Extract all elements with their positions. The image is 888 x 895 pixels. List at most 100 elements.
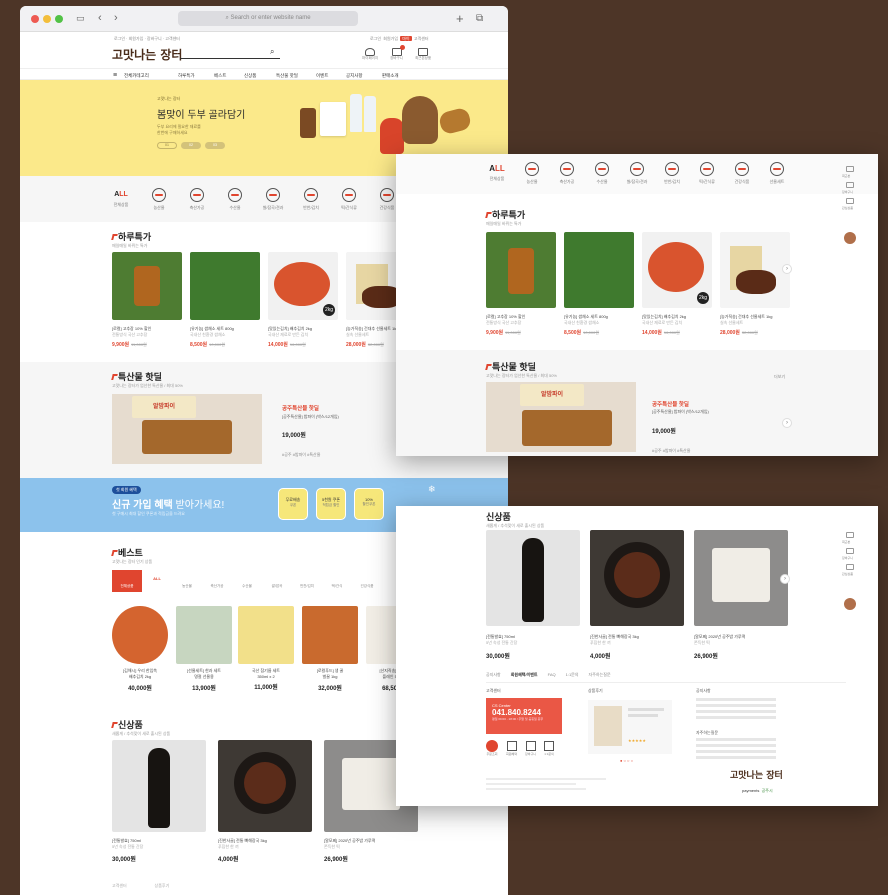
quick-order[interactable]: 주문조회 [486,740,498,756]
best-tab[interactable]: 전체상품 [112,570,142,592]
category-gift[interactable]: 선물세트 [762,162,792,185]
new-product-card[interactable]: [전통발효] 750ml 5년 숙성 전통 간장 30,000원 [112,740,206,863]
best-tab[interactable]: 수산물 [232,570,262,592]
cs-link-right[interactable]: 고객센터 [414,36,429,41]
site-search-icon[interactable]: ⌕ [270,47,274,57]
forward-icon[interactable]: › [114,11,118,26]
product-card[interactable]: 2kg [맛있는김치] 배추김치 2kg 국내산 재료로 만든 김치 14,00… [642,232,712,336]
close-button[interactable] [31,15,39,23]
category-grain[interactable]: 쌀/잡곡/견과 [622,162,652,185]
site-logo[interactable]: 고맛나는 장터 [112,46,182,63]
cart-link[interactable]: 장바구니 [147,36,162,41]
category-seafood[interactable]: 수산물 [587,162,617,185]
scroll-top-button[interactable] [844,598,856,610]
hero-page-1[interactable]: 01 [157,142,177,149]
nav-event[interactable]: 이벤트 [316,73,328,79]
signup-link[interactable]: 회원가입 [129,36,144,41]
best-tab[interactable]: 건강식품 [352,570,382,592]
category-kimchi[interactable]: 반찬/김치 [296,188,326,211]
signup-link-right[interactable]: 회원가입 [383,36,398,41]
category-snack[interactable]: 떡/간식류 [334,188,364,211]
new-product-card[interactable]: [전통발효] 750ml 5년 숙성 전통 간장 30,000원 [486,530,580,660]
nav-all-categories[interactable]: 전체카테고리 [124,73,149,79]
recent-button[interactable]: 최근본상품 [415,48,431,61]
footer-tab[interactable]: 자주하는질문 [589,672,611,678]
product-card[interactable]: 2kg [맛있는김치] 배추김치 2kg 국내산 재료로 만든 김치 14,00… [268,252,338,348]
address-bar[interactable]: ⌕ Search or enter website name [178,11,358,26]
cart-button[interactable]: 장바구니 [390,45,405,61]
product-card[interactable]: [로컬] 고추장 10% 할인 전통방식 국산 고추장 9,900원 11,000… [112,252,182,348]
best-product-card[interactable]: [김해시] 우리 한입쏙 배추김치 2kg 40,000원 [112,606,168,692]
best-product-card[interactable]: [로컬푸드] 생 꿀 벌꿀 1kg 32,000원 [302,606,358,692]
hotdeal-image[interactable]: 알밤파이 [112,394,262,464]
site-search-input[interactable] [180,50,280,59]
best-product-card[interactable]: 국산 참기름 세트 350ml x 2 11,000원 [238,606,294,691]
recent-side-icon[interactable] [846,166,854,172]
best-tab[interactable]: 축산가공 [202,570,232,592]
coupon-2[interactable]: 5천원 쿠폰 적립금 할인 [316,488,346,520]
hero-page-2[interactable]: 02 [181,142,201,149]
category-all[interactable]: ALL 전체상품 [106,188,136,208]
menu-icon[interactable]: ≡ [113,72,117,79]
category-farm[interactable]: 농산물 [517,162,547,185]
quick-inquiry[interactable]: 1:1문의 [544,740,555,756]
cart-side-icon[interactable] [846,182,854,188]
coupon-3[interactable]: 10% 할인쿠폰 [354,488,384,520]
category-all[interactable]: ALL 전체상품 [482,162,512,182]
minimize-button[interactable] [43,15,51,23]
coupon-1[interactable]: 무료배송 쿠폰 [278,488,308,520]
review-card[interactable]: ★★★★★ [588,700,672,754]
category-farm[interactable]: 농산물 [144,188,174,211]
new-product-card[interactable]: [진한사골] 전통 뼈해장국 3kg 푸짐한 한 끼 4,000원 [590,530,684,660]
footer-tab[interactable]: 1:1문의 [566,672,579,678]
category-meat[interactable]: 축산가공 [552,162,582,185]
scroll-top-button[interactable] [844,232,856,244]
sidebar-icon[interactable]: ▭ [76,11,85,26]
next-arrow-icon[interactable]: › [782,264,792,274]
login-link[interactable]: 로그인 [114,36,125,41]
footer-tab[interactable]: FAQ [548,672,556,678]
review-pager[interactable]: ● ○ ○ ○ [620,758,633,763]
category-grain[interactable]: 쌀/잡곡/견과 [258,188,288,211]
best-product-card[interactable]: [선물세트] 한과 세트 명절 선물용 13,900원 [176,606,232,692]
product-card[interactable]: [농가직송] 건대추 선물세트 1kg 실속 선물세트 28,000원 32,00… [720,232,790,336]
footer-tab[interactable]: 공지사항 [486,672,501,678]
quick-cart[interactable]: 장바구니 [525,740,536,756]
cart-side-icon[interactable] [846,548,854,554]
back-icon[interactable]: ‹ [98,11,102,26]
mypage-button[interactable]: 마이페이지 [362,48,378,61]
new-tab-icon[interactable]: + [456,11,464,26]
product-card[interactable]: [유기농] 쌈채소 세트 800g 국내산 친환경 쌈채소 8,500원 10,0… [564,232,634,336]
best-tab[interactable]: 반찬/김치 [292,570,322,592]
nav-today-deal[interactable]: 하루특가 [178,73,195,79]
category-meat[interactable]: 축산가공 [182,188,212,211]
heart-side-icon[interactable] [846,564,854,570]
category-health[interactable]: 건강식품 [727,162,757,185]
best-tab[interactable]: 쌀/잡곡 [262,570,292,592]
nav-hotdeal[interactable]: 특산물 핫딜 [276,73,298,79]
category-kimchi[interactable]: 반찬/김치 [657,162,687,185]
product-card[interactable]: [유기농] 쌈채소 세트 800g 국내산 친환경 쌈채소 8,500원 10,0… [190,252,260,348]
footer-tab[interactable]: 회원혜택/이벤트 [511,672,538,678]
hero-page-3[interactable]: 03 [205,142,225,149]
best-tab[interactable]: ALL [142,570,172,592]
recent-side-icon[interactable] [846,532,854,538]
product-card[interactable]: [로컬] 고추장 10% 할인 전통방식 국산 고추장 9,900원 11,000… [486,232,556,336]
nav-new[interactable]: 신상품 [244,73,256,79]
new-product-card[interactable]: [진한사골] 전통 뼈해장국 3kg 푸짐한 한 끼 4,000원 [218,740,312,863]
best-tab[interactable]: 떡/간식 [322,570,352,592]
login-link-right[interactable]: 로그인 [370,36,381,41]
my-link[interactable]: 마이 [400,36,412,41]
maximize-button[interactable] [55,15,63,23]
nav-seller[interactable]: 판매소개 [382,73,399,79]
quick-benefit[interactable]: 회원혜택 [506,740,517,756]
next-arrow-icon[interactable]: › [782,418,792,428]
nav-notice[interactable]: 공지사항 [346,73,363,79]
tabs-overview-icon[interactable]: ⧉ [476,11,483,26]
best-tab[interactable]: 농산물 [172,570,202,592]
hotdeal-image[interactable]: 알밤파이 [486,382,636,452]
cs-link[interactable]: 고객센터 [165,36,180,41]
next-arrow-icon[interactable]: › [780,574,790,584]
more-link[interactable]: 더보기 [774,374,785,380]
category-seafood[interactable]: 수산물 [220,188,250,211]
